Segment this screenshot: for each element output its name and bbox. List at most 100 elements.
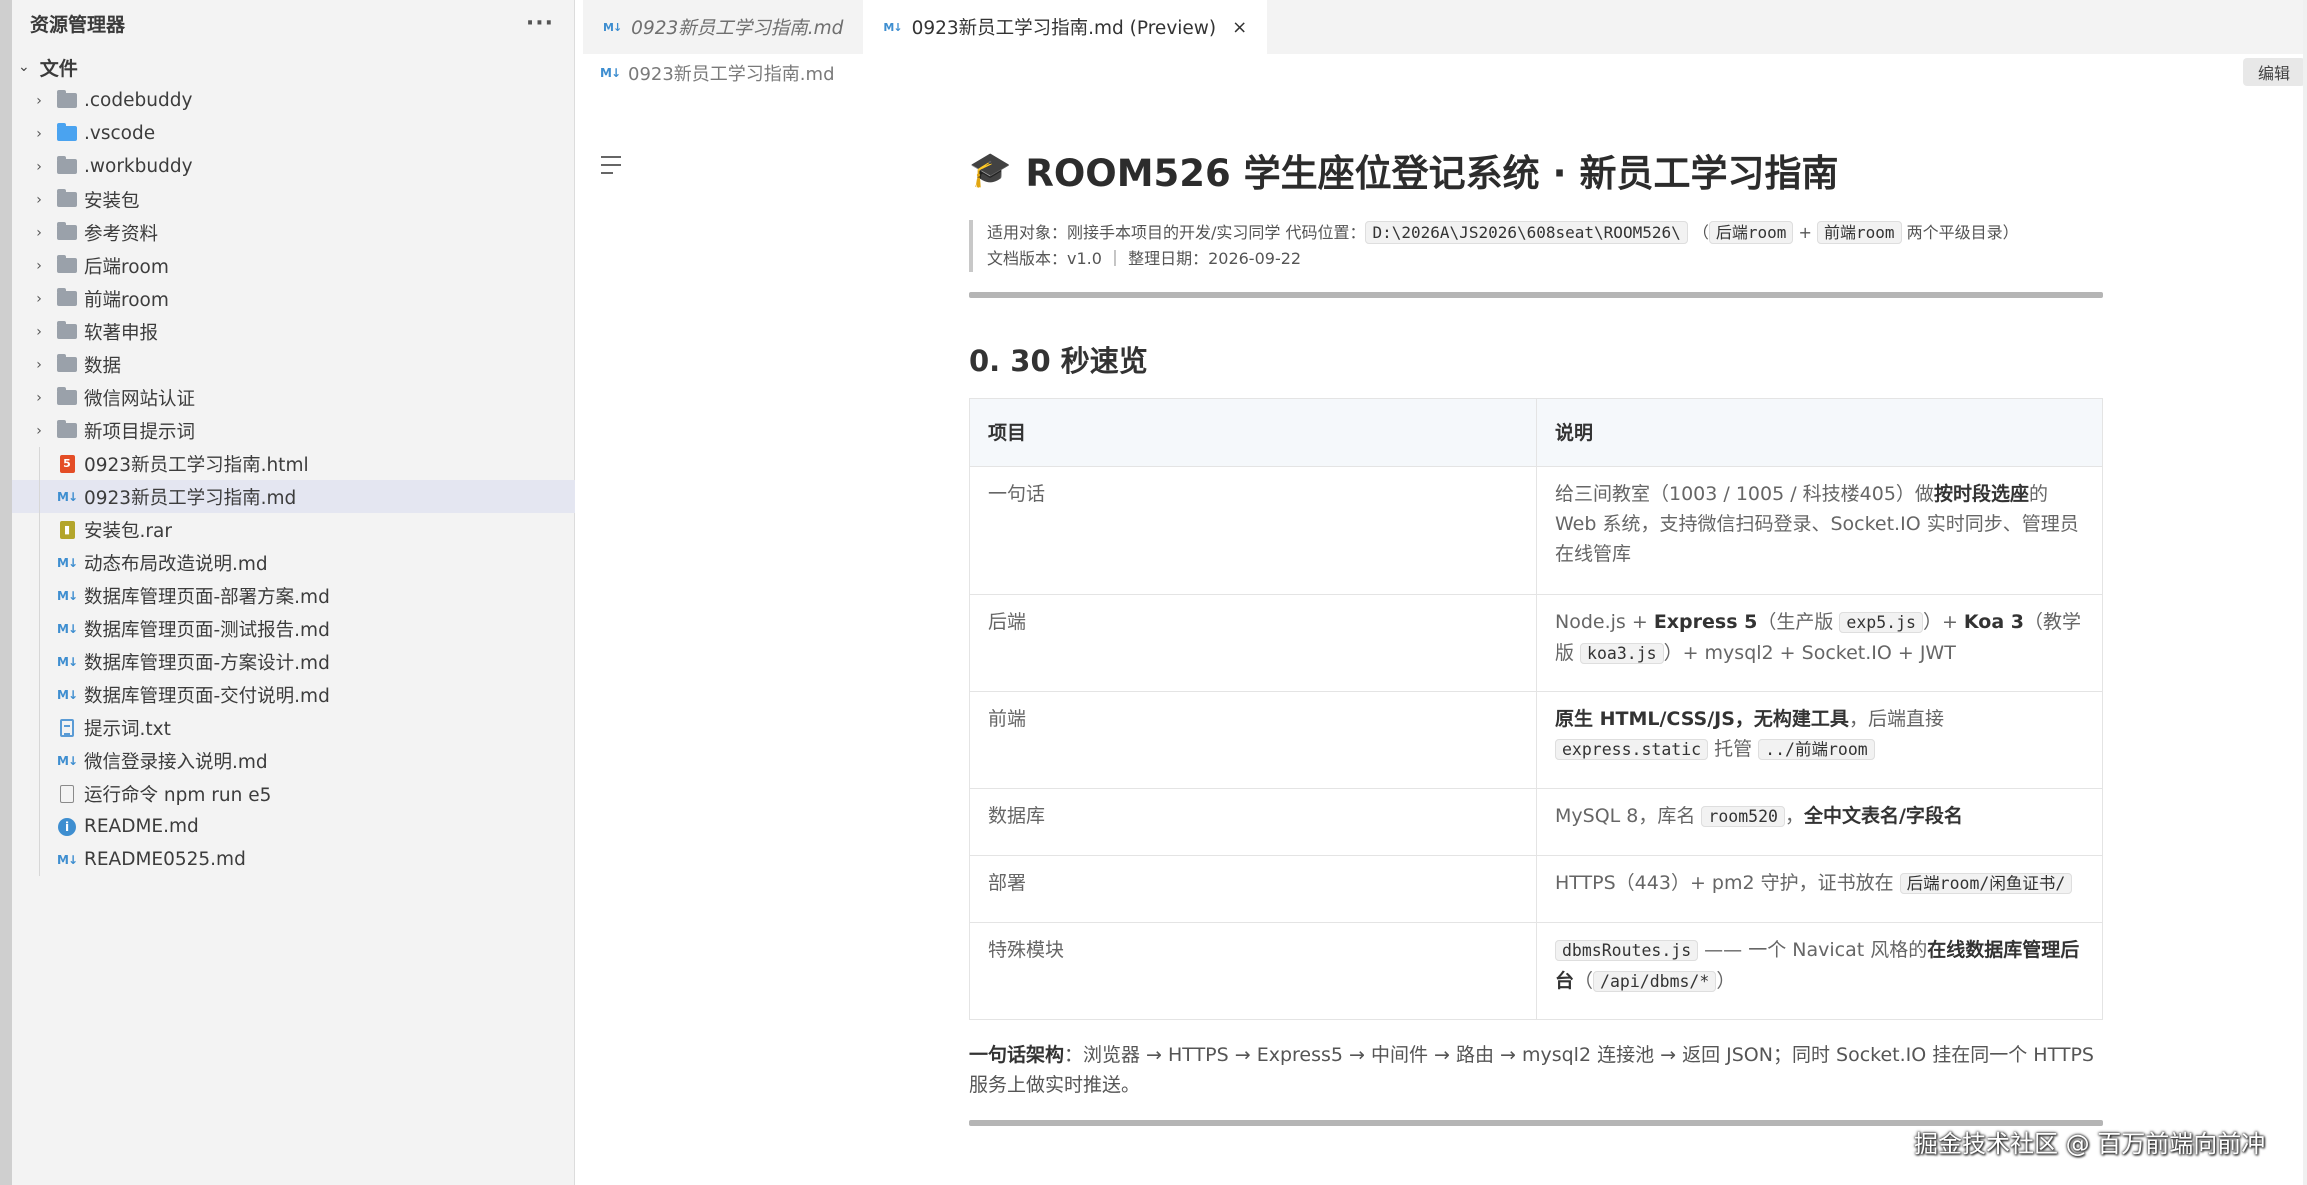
tree-folder[interactable]: › .codebuddy xyxy=(12,84,575,117)
tree-folder[interactable]: › 数据 xyxy=(12,348,575,381)
code-backend-dir: 后端room xyxy=(1708,221,1794,244)
tree-file[interactable]: M↓ 微信登录接入说明.md xyxy=(12,744,575,777)
tree-item-icon: i xyxy=(56,817,78,836)
edit-button[interactable]: 编辑 xyxy=(2243,58,2305,86)
chevron-right-icon: › xyxy=(36,323,42,340)
chevron-right-icon: › xyxy=(36,158,42,175)
tree-file[interactable]: M↓ 数据库管理页面-交付说明.md xyxy=(12,678,575,711)
tree-folder[interactable]: › 参考资料 xyxy=(12,216,575,249)
tree-folder[interactable]: › 后端room xyxy=(12,249,575,282)
indent-guide xyxy=(30,546,48,579)
tree-file[interactable]: M↓ 数据库管理页面-部署方案.md xyxy=(12,579,575,612)
tree-folder[interactable]: › 新项目提示词 xyxy=(12,414,575,447)
tree-folder[interactable]: › 软著申报 xyxy=(12,315,575,348)
file-icon xyxy=(60,784,74,803)
more-actions-icon[interactable]: ··· xyxy=(526,11,554,36)
folder-icon xyxy=(57,420,77,438)
tree-file[interactable]: 运行命令 npm run e5 xyxy=(12,777,575,810)
markdown-preview: 🎓 ROOM526 学生座位登记系统 · 新员工学习指南 适用对象：刚接手本项目… xyxy=(969,140,2103,1126)
indent-guide xyxy=(30,447,48,480)
cell-text: ）+ mysql2 + Socket.IO + JWT xyxy=(1663,642,1956,664)
table-cell-key: 数据库 xyxy=(969,788,1537,856)
tree-item-icon xyxy=(56,288,78,308)
cell-text: 托管 xyxy=(1708,738,1759,760)
cell-code: ../前端room xyxy=(1758,739,1875,760)
tree-folder[interactable]: › 前端room xyxy=(12,282,575,315)
tree-folder[interactable]: › .workbuddy xyxy=(12,150,575,183)
tree-item-label: 数据库管理页面-交付说明.md xyxy=(84,685,330,707)
tree-file[interactable]: M↓ 数据库管理页面-方案设计.md xyxy=(12,645,575,678)
tree-item-label: 运行命令 npm run e5 xyxy=(84,784,272,806)
cell-text: —— 一个 Navicat 风格的 xyxy=(1698,939,1928,961)
tree-item-label: 安装包.rar xyxy=(84,520,172,542)
tree-file[interactable]: M↓ 数据库管理页面-测试报告.md xyxy=(12,612,575,645)
tree-item-label: 微信登录接入说明.md xyxy=(84,751,268,773)
tree-folder[interactable]: › 微信网站认证 xyxy=(12,381,575,414)
tab-markdown-source[interactable]: M↓ 0923新员工学习指南.md xyxy=(583,0,863,54)
tab-label: 0923新员工学习指南.md (Preview) xyxy=(911,18,1217,39)
file-tree: › .codebuddy › .vscode › .workbuddy › 安装包 › 参考资料 ›… xyxy=(12,84,575,876)
table-cell-key: 特殊模块 xyxy=(969,922,1537,1020)
tab-markdown-preview[interactable]: M↓ 0923新员工学习指南.md (Preview) × xyxy=(863,0,1268,54)
chevron-right-icon: › xyxy=(36,224,42,241)
scrollbar-track[interactable] xyxy=(2303,0,2307,1185)
tree-file[interactable]: i README.md xyxy=(12,810,575,843)
tree-item-label: 参考资料 xyxy=(84,223,159,245)
explorer-header: 资源管理器 ··· xyxy=(30,8,554,38)
explorer-sidebar: 资源管理器 ··· ⌄ 文件 › .codebuddy › .vscode › .work… xyxy=(0,0,575,1185)
tree-file[interactable]: M↓ README0525.md xyxy=(12,843,575,876)
cell-text: （生产版 xyxy=(1757,611,1840,633)
breadcrumb[interactable]: M↓ 0923新员工学习指南.md xyxy=(600,58,835,88)
tree-file[interactable]: M↓ 动态布局改造说明.md xyxy=(12,546,575,579)
cell-bold: 全中文表名/字段名 xyxy=(1803,805,1963,827)
table-header-desc: 说明 xyxy=(1536,398,2103,467)
tree-item-icon: M↓ xyxy=(56,488,78,506)
cell-code: koa3.js xyxy=(1580,643,1664,664)
tree-item-icon: M↓ xyxy=(56,587,78,605)
page-title: 🎓 ROOM526 学生座位登记系统 · 新员工学习指南 xyxy=(969,140,2103,200)
markdown-icon: M↓ xyxy=(57,753,78,768)
table-row: 后端 Node.js + Express 5（生产版 exp5.js ）+ Koa… xyxy=(969,594,2103,692)
indent-guide xyxy=(30,612,48,645)
tree-item-icon xyxy=(56,156,78,176)
outline-icon[interactable] xyxy=(601,156,623,174)
tree-folder[interactable]: › .vscode xyxy=(12,117,575,150)
folder-icon xyxy=(57,255,77,273)
table-row: 特殊模块 dbmsRoutes.js —— 一个 Navicat 风格的在线数据… xyxy=(969,922,2103,1020)
tree-file[interactable]: 提示词.txt xyxy=(12,711,575,744)
chevron-right-icon: › xyxy=(36,422,42,439)
indent-guide xyxy=(30,645,48,678)
tree-item-icon xyxy=(56,222,78,242)
summary-text: ：浏览器 → HTTPS → Express5 → 中间件 → 路由 → mys… xyxy=(969,1044,2094,1096)
close-icon[interactable]: × xyxy=(1232,17,1247,38)
markdown-icon: M↓ xyxy=(603,20,622,34)
files-section-header[interactable]: ⌄ 文件 xyxy=(18,52,78,82)
tree-folder[interactable]: › 安装包 xyxy=(12,183,575,216)
folder-icon xyxy=(57,321,77,339)
table-header-row: 项目 说明 xyxy=(969,398,2103,467)
tree-item-label: README0525.md xyxy=(84,849,246,870)
tree-item-icon xyxy=(56,189,78,209)
tree-file[interactable]: 5 0923新员工学习指南.html xyxy=(12,447,575,480)
code-frontend-dir: 前端room xyxy=(1816,221,1902,244)
audience-text: 适用对象：刚接手本项目的开发/实习同学 代码位置： xyxy=(987,223,1366,242)
indent-guide xyxy=(30,480,48,513)
chevron-right-icon: › xyxy=(36,92,42,109)
chevron-right-icon: › xyxy=(36,125,42,142)
doc-info-quote: 适用对象：刚接手本项目的开发/实习同学 代码位置： D:\2026A\JS2026… xyxy=(969,220,2103,272)
chevron-right-icon: › xyxy=(36,191,42,208)
tree-file[interactable]: ▮ 安装包.rar xyxy=(12,513,575,546)
markdown-icon: M↓ xyxy=(57,621,78,636)
section-heading: 0. 30 秒速览 xyxy=(969,344,1148,378)
text-file-icon xyxy=(60,718,74,737)
markdown-icon: M↓ xyxy=(57,852,78,867)
info-icon: i xyxy=(58,817,76,836)
overview-table: 项目 说明 一句话 给三间教室（1003 / 1005 / 科技楼405）做按时… xyxy=(969,398,2103,1020)
version-line: 文档版本：v1.0 ｜ 整理日期：2026-09-22 xyxy=(987,249,1302,268)
folder-icon xyxy=(57,288,77,306)
tree-item-label: 数据库管理页面-方案设计.md xyxy=(84,652,330,674)
tree-file[interactable]: M↓ 0923新员工学习指南.md xyxy=(12,480,575,513)
tree-item-icon: M↓ xyxy=(56,686,78,704)
tree-item-icon xyxy=(56,321,78,341)
html-file-icon: 5 xyxy=(59,454,75,473)
